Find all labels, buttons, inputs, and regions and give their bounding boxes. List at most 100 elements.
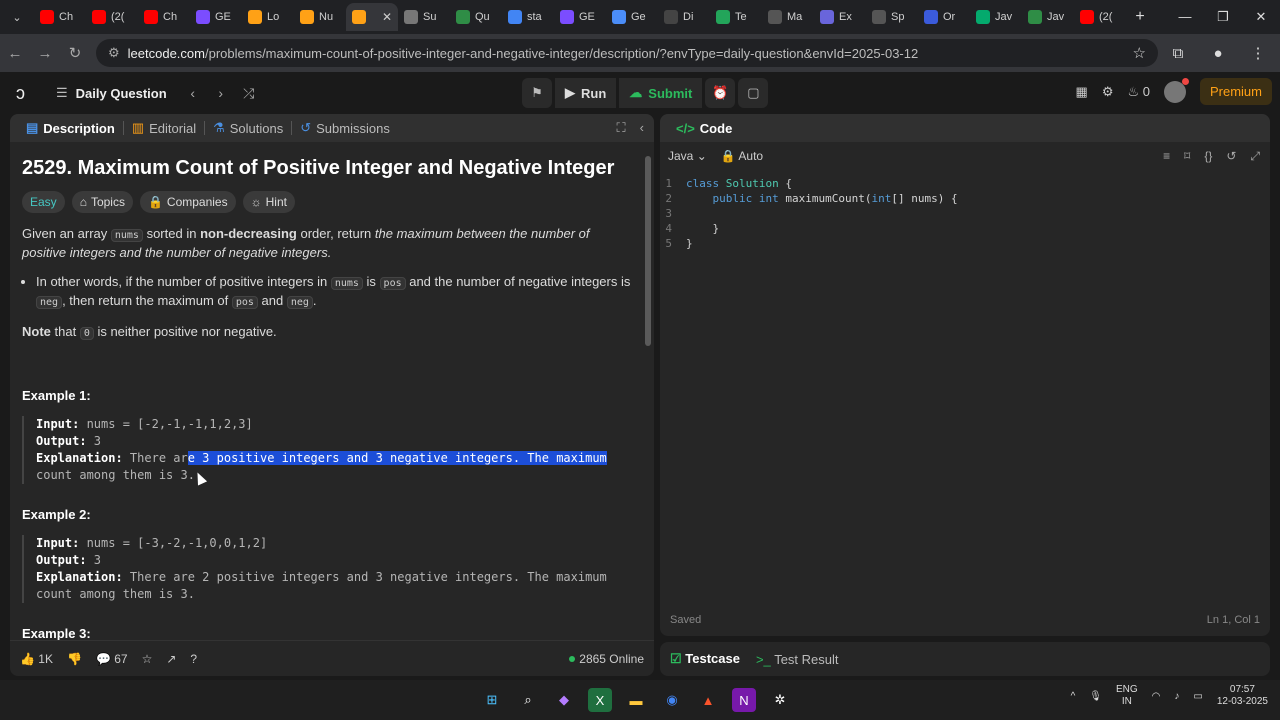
browser-tab[interactable]: Qu	[450, 3, 502, 31]
scrollbar-thumb[interactable]	[645, 156, 651, 346]
browser-tab[interactable]: Or	[918, 3, 970, 31]
x-brand-icon	[768, 10, 782, 24]
submit-button[interactable]: ☁ Submit	[619, 78, 703, 108]
prev-question-icon[interactable]: ‹	[183, 85, 203, 101]
browser-tab[interactable]: Ex	[814, 3, 866, 31]
clock[interactable]: 07:57 12-03-2025	[1217, 684, 1268, 708]
comments-button[interactable]: 💬 67	[96, 652, 128, 666]
browser-tab[interactable]: Ch	[138, 3, 190, 31]
extensions-icon[interactable]: ⧉	[1158, 45, 1198, 62]
browser-tab[interactable]: Jav	[970, 3, 1022, 31]
reload-icon[interactable]: ↻	[60, 44, 90, 62]
brave-icon[interactable]: ▲	[696, 688, 720, 712]
note-icon[interactable]: ▢	[738, 78, 769, 108]
code-editor[interactable]: 1 class Solution { 2 public int maximumCo…	[660, 176, 1270, 251]
tab-code[interactable]: </> Code	[668, 121, 740, 136]
run-button[interactable]: ▶ Run	[555, 78, 617, 108]
close-window-icon[interactable]: ✕	[1242, 9, 1280, 25]
debug-icon[interactable]: ⚑	[522, 78, 552, 108]
hint-badge[interactable]: ☼ Hint	[242, 191, 295, 213]
new-tab-button[interactable]: +	[1126, 8, 1154, 26]
browser-tab[interactable]: Sp	[866, 3, 918, 31]
bookmark-star-icon[interactable]: ☆	[1133, 44, 1146, 62]
tab-search-chevron-icon[interactable]: ⌄	[0, 0, 34, 34]
favorite-star-icon[interactable]: ☆	[142, 652, 153, 666]
browser-tab[interactable]: Su	[398, 3, 450, 31]
browser-tab[interactable]: Di	[658, 3, 710, 31]
leetcode-logo-icon[interactable]: ↄ	[16, 83, 42, 104]
streak-counter[interactable]: ♨ 0	[1127, 84, 1150, 100]
tab-solutions[interactable]: ⚗ Solutions	[205, 120, 291, 136]
browser-tab[interactable]: sta	[502, 3, 554, 31]
browser-tab[interactable]: Ma	[762, 3, 814, 31]
onenote-icon[interactable]: N	[732, 688, 756, 712]
chatgpt-icon[interactable]: ✲	[768, 688, 792, 712]
settings-gear-icon[interactable]: ⚙	[1102, 84, 1114, 100]
browser-tab[interactable]: Te	[710, 3, 762, 31]
wifi-icon[interactable]: ◠	[1152, 691, 1161, 702]
difficulty-badge[interactable]: Easy	[22, 191, 65, 213]
browser-tab[interactable]: Jav	[1022, 3, 1074, 31]
address-bar-row: ← → ↻ ⚙ leetcode.com /problems/maximum-c…	[0, 34, 1280, 72]
browser-menu-icon[interactable]: ⋮	[1238, 44, 1278, 62]
language-select[interactable]: Java ⌄	[668, 149, 707, 163]
browser-tab[interactable]: (2(	[1074, 3, 1126, 31]
help-icon[interactable]: ?	[190, 652, 197, 666]
maximize-icon[interactable]: ⛶	[617, 120, 626, 136]
topics-badge[interactable]: ⌂ Topics	[71, 191, 133, 213]
browser-tab[interactable]: Nu	[294, 3, 346, 31]
battery-icon[interactable]: ▭	[1193, 691, 1202, 702]
braces-icon[interactable]: {}	[1204, 149, 1212, 164]
site-info-icon[interactable]: ⚙	[108, 45, 120, 61]
auto-mode[interactable]: 🔒 Auto	[721, 149, 763, 163]
alarm-icon[interactable]: ⏰	[705, 78, 736, 108]
tab-editorial[interactable]: ▥ Editorial	[124, 120, 204, 136]
share-icon[interactable]: ↗	[166, 652, 176, 666]
microphone-icon[interactable]: 🎙	[1089, 691, 1102, 702]
browser-tab[interactable]: GE	[190, 3, 242, 31]
tab-submissions[interactable]: ↺ Submissions	[292, 120, 398, 136]
file-explorer-icon[interactable]: ▬	[624, 688, 648, 712]
tray-chevron-icon[interactable]: ^	[1071, 691, 1076, 702]
daily-question-link[interactable]: ☰ Daily Question	[56, 85, 167, 101]
user-avatar[interactable]	[1163, 77, 1189, 103]
tab-description[interactable]: ▤ Description	[18, 120, 123, 136]
profile-avatar[interactable]: ●	[1198, 45, 1238, 62]
shuffle-icon[interactable]: ⤮	[239, 85, 259, 102]
companies-badge[interactable]: 🔒 Companies	[139, 191, 236, 213]
excel-icon[interactable]: X	[588, 688, 612, 712]
windows-start-icon[interactable]: ⊞	[480, 688, 504, 712]
tab-test-result[interactable]: >_ Test Result	[756, 652, 839, 667]
forward-icon[interactable]: →	[30, 45, 60, 62]
browser-tab[interactable]: ✕	[346, 3, 398, 31]
tab-testcase[interactable]: ☑ Testcase	[670, 651, 740, 667]
browser-tab[interactable]: Lo	[242, 3, 294, 31]
expand-icon[interactable]: ⤢	[1250, 149, 1260, 164]
tag-icon: ⌂	[79, 194, 87, 209]
copilot-icon[interactable]: ◆	[552, 688, 576, 712]
search-icon[interactable]: ⌕	[516, 688, 540, 712]
url-input[interactable]: ⚙ leetcode.com /problems/maximum-count-o…	[96, 39, 1158, 67]
description-scrollbar[interactable]	[644, 148, 652, 636]
chrome-icon[interactable]: ◉	[660, 688, 684, 712]
like-button[interactable]: 👍 1K	[20, 652, 53, 666]
dislike-icon[interactable]: 👎	[67, 652, 82, 666]
browser-tab[interactable]: Ch	[34, 3, 86, 31]
restore-icon[interactable]: ❐	[1204, 9, 1242, 25]
bookmark-icon[interactable]: ⌑	[1184, 149, 1190, 164]
browser-tab[interactable]: Ge	[606, 3, 658, 31]
close-tab-icon[interactable]: ✕	[382, 10, 392, 24]
premium-button[interactable]: Premium	[1199, 78, 1272, 105]
layout-grid-icon[interactable]: ▦	[1076, 84, 1088, 100]
browser-tab[interactable]: (2(	[86, 3, 138, 31]
browser-tab[interactable]: GE	[554, 3, 606, 31]
back-icon[interactable]: ←	[0, 45, 30, 62]
volume-icon[interactable]: ♪	[1174, 691, 1179, 702]
system-tray: ^ 🎙 ENG IN ◠ ♪ ▭ 07:57 12-03-2025	[1071, 684, 1268, 708]
next-question-icon[interactable]: ›	[211, 85, 231, 101]
collapse-icon[interactable]: ‹	[640, 120, 644, 136]
reset-icon[interactable]: ↺	[1226, 149, 1236, 164]
format-icon[interactable]: ≡	[1163, 149, 1170, 164]
minimize-icon[interactable]: —	[1166, 9, 1204, 25]
language-indicator[interactable]: ENG IN	[1116, 684, 1138, 708]
